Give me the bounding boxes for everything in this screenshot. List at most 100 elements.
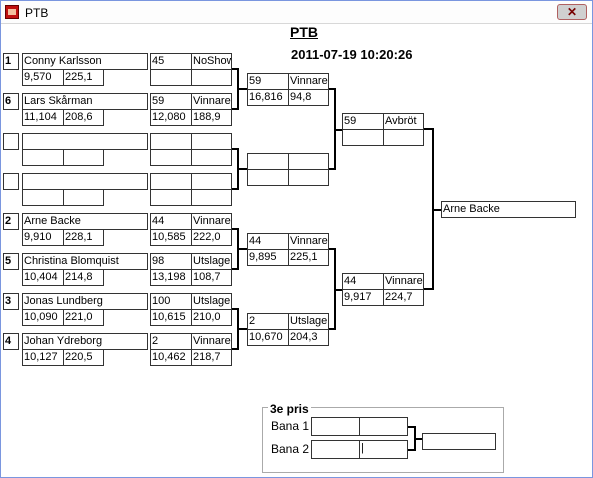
speed-field[interactable]: 225,1 xyxy=(63,69,104,86)
car-number-field[interactable]: 59 xyxy=(150,93,192,110)
time-field[interactable] xyxy=(247,169,289,186)
kmh-field[interactable] xyxy=(191,189,232,206)
time-field[interactable]: 12,080 xyxy=(150,109,192,126)
car-number-field[interactable]: 2 xyxy=(150,333,192,350)
time-field[interactable]: 9,895 xyxy=(247,249,289,266)
seed-box xyxy=(3,173,19,190)
kmh-field[interactable]: 210,0 xyxy=(191,309,232,326)
lane2-number-field[interactable] xyxy=(311,440,360,459)
time-field[interactable]: 10,615 xyxy=(150,309,192,326)
time-field[interactable]: 10,585 xyxy=(150,229,192,246)
close-button[interactable]: ✕ xyxy=(557,4,587,20)
avg-time-field[interactable]: 11,104 xyxy=(22,109,64,126)
time-field[interactable] xyxy=(150,149,192,166)
kmh-field[interactable]: 204,3 xyxy=(288,329,329,346)
kmh-field[interactable]: 224,7 xyxy=(383,289,424,306)
result-field[interactable]: Utslagen xyxy=(191,293,232,310)
kmh-field[interactable] xyxy=(288,169,329,186)
speed-field[interactable] xyxy=(63,149,104,166)
result-field[interactable]: Utslagen xyxy=(191,253,232,270)
result-field[interactable] xyxy=(191,173,232,190)
kmh-field[interactable] xyxy=(383,129,424,146)
kmh-field[interactable]: 225,1 xyxy=(288,249,329,266)
result-field[interactable]: Vinnare xyxy=(191,93,232,110)
time-field[interactable]: 10,670 xyxy=(247,329,289,346)
avg-time-field[interactable]: 9,910 xyxy=(22,229,64,246)
car-number-field[interactable] xyxy=(150,173,192,190)
lane1-number-field[interactable] xyxy=(311,417,360,436)
time-field[interactable] xyxy=(150,189,192,206)
timestamp: 2011-07-19 10:20:26 xyxy=(291,47,413,62)
car-number-field[interactable] xyxy=(247,153,289,170)
lane2-label: Bana 2 xyxy=(271,442,310,456)
racer-name-field[interactable]: Lars Skårman xyxy=(22,93,148,110)
result-field[interactable]: NoShow xyxy=(191,53,232,70)
result-field[interactable]: Vinnare xyxy=(288,73,329,90)
seed-box: 2 xyxy=(3,213,19,230)
kmh-field[interactable] xyxy=(191,69,232,86)
seed-box: 1 xyxy=(3,53,19,70)
racer-name-field[interactable]: Jonas Lundberg xyxy=(22,293,148,310)
car-number-field[interactable]: 59 xyxy=(247,73,289,90)
result-field[interactable] xyxy=(288,153,329,170)
car-number-field[interactable]: 59 xyxy=(342,113,384,130)
result-field[interactable]: Vinnare xyxy=(288,233,329,250)
result-field[interactable]: Vinnare xyxy=(191,213,232,230)
avg-time-field[interactable]: 10,127 xyxy=(22,349,64,366)
third-place-title: 3e pris xyxy=(268,402,311,416)
kmh-field[interactable]: 218,7 xyxy=(191,349,232,366)
speed-field[interactable]: 214,8 xyxy=(63,269,104,286)
seed-box xyxy=(3,133,19,150)
kmh-field[interactable]: 222,0 xyxy=(191,229,232,246)
app-icon xyxy=(5,5,19,19)
time-field[interactable] xyxy=(150,69,192,86)
result-field[interactable]: Vinnare xyxy=(191,333,232,350)
time-field[interactable]: 16,816 xyxy=(247,89,289,106)
car-number-field[interactable]: 44 xyxy=(150,213,192,230)
kmh-field[interactable]: 94,8 xyxy=(288,89,329,106)
time-field[interactable]: 10,462 xyxy=(150,349,192,366)
speed-field[interactable]: 228,1 xyxy=(63,229,104,246)
racer-name-field[interactable]: Arne Backe xyxy=(22,213,148,230)
speed-field[interactable] xyxy=(63,189,104,206)
car-number-field[interactable]: 2 xyxy=(247,313,289,330)
avg-time-field[interactable] xyxy=(22,149,64,166)
time-field[interactable]: 13,198 xyxy=(150,269,192,286)
time-field[interactable] xyxy=(342,129,384,146)
speed-field[interactable]: 220,5 xyxy=(63,349,104,366)
car-number-field[interactable]: 98 xyxy=(150,253,192,270)
speed-field[interactable]: 208,6 xyxy=(63,109,104,126)
racer-name-field[interactable]: Johan Ydreborg xyxy=(22,333,148,350)
winner-field[interactable]: Arne Backe xyxy=(441,201,576,218)
car-number-field[interactable]: 44 xyxy=(247,233,289,250)
speed-field[interactable]: 221,0 xyxy=(63,309,104,326)
car-number-field[interactable]: 45 xyxy=(150,53,192,70)
racer-name-field[interactable]: Conny Karlsson xyxy=(22,53,148,70)
seed-box: 6 xyxy=(3,93,19,110)
lane1-result-field[interactable] xyxy=(359,417,408,436)
car-number-field[interactable]: 100 xyxy=(150,293,192,310)
avg-time-field[interactable]: 10,090 xyxy=(22,309,64,326)
racer-name-field[interactable] xyxy=(22,173,148,190)
seed-box: 5 xyxy=(3,253,19,270)
result-field[interactable]: Utslagen xyxy=(288,313,329,330)
third-place-result-field[interactable] xyxy=(422,433,496,450)
car-number-field[interactable] xyxy=(150,133,192,150)
kmh-field[interactable] xyxy=(191,149,232,166)
kmh-field[interactable]: 188,9 xyxy=(191,109,232,126)
time-field[interactable]: 9,917 xyxy=(342,289,384,306)
kmh-field[interactable]: 108,7 xyxy=(191,269,232,286)
avg-time-field[interactable]: 10,404 xyxy=(22,269,64,286)
racer-name-field[interactable]: Christina Blomquist xyxy=(22,253,148,270)
result-field[interactable] xyxy=(191,133,232,150)
racer-name-field[interactable] xyxy=(22,133,148,150)
lane2-result-field[interactable]: | xyxy=(359,440,408,459)
avg-time-field[interactable]: 9,570 xyxy=(22,69,64,86)
result-field[interactable]: Avbröt xyxy=(383,113,424,130)
result-field[interactable]: Vinnare xyxy=(383,273,424,290)
avg-time-field[interactable] xyxy=(22,189,64,206)
bracket-line xyxy=(334,289,342,291)
seed-box: 3 xyxy=(3,293,19,310)
lane1-label: Bana 1 xyxy=(271,419,310,433)
car-number-field[interactable]: 44 xyxy=(342,273,384,290)
